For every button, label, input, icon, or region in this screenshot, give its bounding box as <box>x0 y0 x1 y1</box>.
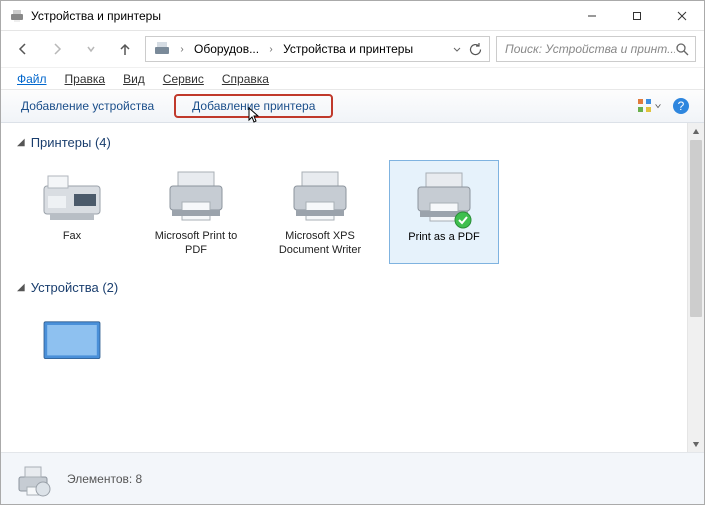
default-check-icon <box>454 211 472 229</box>
menubar: Файл Правка Вид Сервис Справка <box>1 67 704 89</box>
close-button[interactable] <box>659 1 704 30</box>
monitor-icon <box>36 311 108 371</box>
device-fax[interactable]: Fax <box>17 160 127 264</box>
recent-button[interactable] <box>77 35 105 63</box>
printer-icon <box>284 166 356 226</box>
device-label: Microsoft Print to PDF <box>145 230 247 258</box>
printers-grid: Fax Microsoft Print to PDF <box>17 160 671 264</box>
device-print-as-pdf[interactable]: Print as a PDF <box>389 160 499 264</box>
chevron-right-icon: › <box>176 44 188 55</box>
window-icon <box>9 8 25 24</box>
device-monitor[interactable] <box>17 305 127 377</box>
add-device-button[interactable]: Добавление устройства <box>11 95 164 117</box>
statusbar: Элементов: 8 <box>1 452 704 504</box>
menu-file[interactable]: Файл <box>9 70 55 88</box>
devices-grid <box>17 305 671 377</box>
menu-help[interactable]: Справка <box>214 70 277 88</box>
menu-edit[interactable]: Правка <box>57 70 114 88</box>
refresh-button[interactable] <box>463 37 487 61</box>
breadcrumb[interactable]: › Оборудов... › Устройства и принтеры <box>145 36 490 62</box>
status-icon <box>13 459 53 499</box>
device-xps-writer[interactable]: Microsoft XPS Document Writer <box>265 160 375 264</box>
view-options-button[interactable] <box>636 93 662 119</box>
group-printers[interactable]: ◢ Принтеры (4) <box>17 135 671 150</box>
search-box[interactable] <box>496 36 696 62</box>
device-label: Microsoft XPS Document Writer <box>269 230 371 258</box>
svg-text:?: ? <box>678 99 685 113</box>
fax-icon <box>36 166 108 226</box>
scroll-up-button[interactable] <box>688 123 704 140</box>
maximize-button[interactable] <box>614 1 659 30</box>
add-printer-button[interactable]: Добавление принтера <box>174 94 333 118</box>
content-area: ◢ Принтеры (4) Fax <box>1 123 687 452</box>
group-devices-label: Устройства (2) <box>31 280 119 295</box>
help-button[interactable]: ? <box>668 93 694 119</box>
window-title: Устройства и принтеры <box>31 9 569 23</box>
scroll-down-button[interactable] <box>688 435 704 452</box>
printer-icon <box>408 167 480 227</box>
menu-view[interactable]: Вид <box>115 70 153 88</box>
navigation-bar: › Оборудов... › Устройства и принтеры <box>1 31 704 67</box>
device-ms-print-pdf[interactable]: Microsoft Print to PDF <box>141 160 251 264</box>
status-text: Элементов: 8 <box>67 472 142 486</box>
collapse-icon: ◢ <box>17 137 25 148</box>
group-devices[interactable]: ◢ Устройства (2) <box>17 280 671 295</box>
forward-button[interactable] <box>43 35 71 63</box>
collapse-icon: ◢ <box>17 282 25 293</box>
breadcrumb-seg-hardware[interactable]: Оборудов... <box>188 42 265 56</box>
minimize-button[interactable] <box>569 1 614 30</box>
group-printers-label: Принтеры (4) <box>31 135 111 150</box>
menu-tools[interactable]: Сервис <box>155 70 212 88</box>
back-button[interactable] <box>9 35 37 63</box>
cursor-icon <box>247 107 261 128</box>
titlebar: Устройства и принтеры <box>1 1 704 31</box>
device-label: Print as a PDF <box>408 231 480 245</box>
scroll-thumb[interactable] <box>690 140 702 317</box>
toolbar: Добавление устройства Добавление принтер… <box>1 89 704 123</box>
printer-icon <box>160 166 232 226</box>
up-button[interactable] <box>111 35 139 63</box>
search-input[interactable] <box>505 42 675 56</box>
breadcrumb-seg-devices[interactable]: Устройства и принтеры <box>277 42 419 56</box>
vertical-scrollbar[interactable] <box>687 123 704 452</box>
search-icon[interactable] <box>675 42 689 56</box>
chevron-right-icon: › <box>265 44 277 55</box>
breadcrumb-icon <box>152 39 172 59</box>
device-label: Fax <box>63 230 81 244</box>
